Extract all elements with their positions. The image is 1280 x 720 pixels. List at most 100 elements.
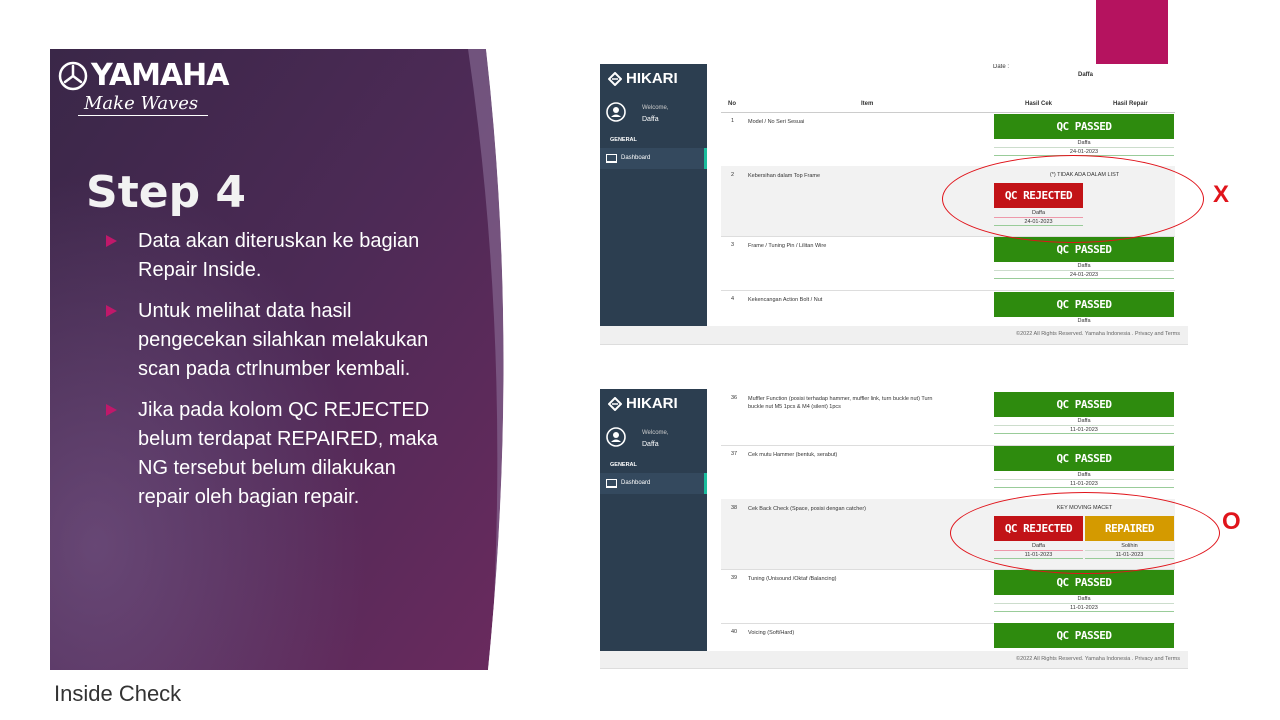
slide-footer-label: Inside Check: [54, 681, 182, 706]
brand[interactable]: HIKARI: [608, 70, 678, 87]
user-avatar-icon: [606, 427, 626, 447]
bullet-list: Data akan diteruskan ke bagian Repair In…: [102, 227, 452, 524]
nav-dashboard-label: Dashboard: [621, 155, 651, 161]
check-date: 24-01-2023: [994, 270, 1174, 278]
result-meta: Daffa 11-01-2023: [994, 471, 1174, 488]
row-no: 39: [731, 575, 738, 581]
yamaha-logo: YAMAHA Make Waves: [58, 58, 229, 116]
nav-dashboard-label: Dashboard: [621, 480, 651, 486]
welcome-label: Welcome,: [642, 430, 669, 436]
checker-name: Daffa: [1077, 472, 1091, 478]
footer-text[interactable]: ©2022 All Rights Reserved. Yamaha Indone…: [1016, 656, 1180, 662]
username: Daffa: [642, 441, 659, 448]
checker-name: Daffa: [1077, 596, 1091, 602]
row-no: 38: [731, 505, 738, 511]
hikari-logo-icon: [608, 71, 622, 86]
bullet-arrow-icon: [106, 235, 117, 247]
row-item: Kekencangan Action Bolt / Nut: [748, 297, 823, 303]
table-header: No Item Hasil Cek Hasil Repair: [721, 97, 1175, 113]
row-no: 36: [731, 395, 738, 401]
tagline-underline: [78, 115, 208, 116]
checker-name: Daffa: [1077, 418, 1091, 424]
tuning-fork-icon: [58, 61, 88, 91]
monitor-icon: [606, 479, 617, 488]
check-date: 24-01-2023: [994, 147, 1174, 155]
annotation-ellipse-repaired: [950, 492, 1220, 574]
col-hasil-repair: Hasil Repair: [1113, 101, 1148, 107]
row-no: 40: [731, 629, 738, 635]
bullet-text: Data akan diteruskan ke bagian Repair In…: [138, 230, 420, 281]
app-footer: ©2022 All Rights Reserved. Yamaha Indone…: [600, 326, 1188, 344]
bullet-text: Untuk melihat data hasil pengecekan sila…: [138, 300, 429, 380]
row-item: Tuning (Unisound /Oktaf /Balancing): [748, 576, 837, 582]
date-label: Date :: [993, 64, 1010, 70]
result-meta: Daffa 24-01-2023: [994, 139, 1174, 156]
table-row: 4 Kekencangan Action Bolt / Nut QC PASSE…: [721, 290, 1175, 326]
row-item: Cek mutu Hammer (bentuk, serabut): [748, 452, 838, 458]
check-date: 11-01-2023: [994, 479, 1174, 487]
brand-text: HIKARI: [626, 70, 678, 87]
col-item: Item: [861, 101, 874, 107]
decorative-block: [1096, 0, 1168, 64]
check-date: 11-01-2023: [994, 425, 1174, 433]
row-item: Muffler Function (posisi terhadap hammer…: [748, 396, 933, 410]
logo-text: YAMAHA: [91, 58, 229, 93]
annotation-o: O: [1222, 508, 1241, 535]
footer-text[interactable]: ©2022 All Rights Reserved. Yamaha Indone…: [1016, 331, 1180, 337]
row-item: Cek Back Check (Space, posisi dengan cat…: [748, 506, 867, 512]
bullet-arrow-icon: [106, 305, 117, 317]
row-item: Frame / Tuning Pin / Lilitan Wire: [748, 243, 827, 249]
logo-tagline: Make Waves: [84, 93, 199, 114]
row-no: 1: [731, 118, 735, 124]
app-footer: ©2022 All Rights Reserved. Yamaha Indone…: [600, 651, 1188, 668]
section-general: GENERAL: [610, 462, 637, 468]
col-no: No: [728, 101, 736, 107]
sidebar: HIKARI Welcome, Daffa GENERAL Dashboard: [600, 64, 707, 326]
slide-panel: YAMAHA Make Waves Step 4 Data akan diter…: [50, 49, 512, 670]
checker-name: Daffa: [1077, 140, 1091, 146]
row-item: Model / No Seri Sesuai: [748, 119, 805, 125]
bullet-item: Jika pada kolom QC REJECTED belum terdap…: [102, 396, 452, 512]
step-title: Step 4: [86, 167, 246, 218]
qc-passed-badge: QC PASSED: [994, 114, 1174, 139]
brand-text: HIKARI: [626, 395, 678, 412]
welcome-label: Welcome,: [642, 105, 669, 111]
col-hasil-cek: Hasil Cek: [1025, 101, 1053, 107]
nav-dashboard[interactable]: Dashboard: [600, 148, 707, 169]
bullet-arrow-icon: [106, 404, 117, 416]
user-avatar-icon: [606, 102, 626, 122]
checker-name: Daffa: [1077, 263, 1091, 269]
qc-passed-badge: QC PASSED: [994, 623, 1174, 648]
bullet-text: Jika pada kolom QC REJECTED belum terdap…: [138, 399, 438, 508]
section-general: GENERAL: [610, 137, 637, 143]
brand[interactable]: HIKARI: [608, 395, 678, 412]
result-meta: Daffa 24-01-2023: [994, 262, 1174, 279]
table-row: 36 Muffler Function (posisi terhadap ham…: [721, 389, 1175, 446]
row-item: Kebersihan dalam Top Frame: [748, 173, 821, 179]
row-item: Voicing (Soft/Hard): [748, 630, 795, 636]
annotation-x: X: [1213, 181, 1230, 208]
nav-dashboard[interactable]: Dashboard: [600, 473, 707, 494]
table-row: 3 Frame / Tuning Pin / Lilitan Wire QC P…: [721, 236, 1175, 291]
checker-name: Daffa: [1077, 318, 1091, 324]
result-meta: Daffa: [994, 317, 1174, 326]
annotation-ellipse-rejected: [942, 155, 1204, 243]
row-no: 37: [731, 451, 738, 457]
hikari-logo-icon: [608, 396, 622, 411]
date-value: Daffa: [1077, 72, 1093, 78]
username: Daffa: [642, 116, 659, 123]
bullet-item: Untuk melihat data hasil pengecekan sila…: [102, 297, 452, 384]
result-meta: Daffa 11-01-2023: [994, 595, 1174, 612]
sidebar: HIKARI Welcome, Daffa GENERAL Dashboard: [600, 389, 707, 651]
table-row: 39 Tuning (Unisound /Oktaf /Balancing) Q…: [721, 569, 1175, 624]
check-date: 11-01-2023: [994, 603, 1174, 611]
qc-passed-badge: QC PASSED: [994, 392, 1174, 417]
table-row: 40 Voicing (Soft/Hard) QC PASSED: [721, 623, 1175, 651]
qc-passed-badge: QC PASSED: [994, 446, 1174, 471]
row-no: 4: [731, 296, 735, 302]
row-no: 3: [731, 242, 735, 248]
row-no: 2: [731, 172, 735, 178]
qc-passed-badge: QC PASSED: [994, 292, 1174, 317]
result-meta: Daffa 11-01-2023: [994, 417, 1174, 434]
bullet-item: Data akan diteruskan ke bagian Repair In…: [102, 227, 452, 285]
